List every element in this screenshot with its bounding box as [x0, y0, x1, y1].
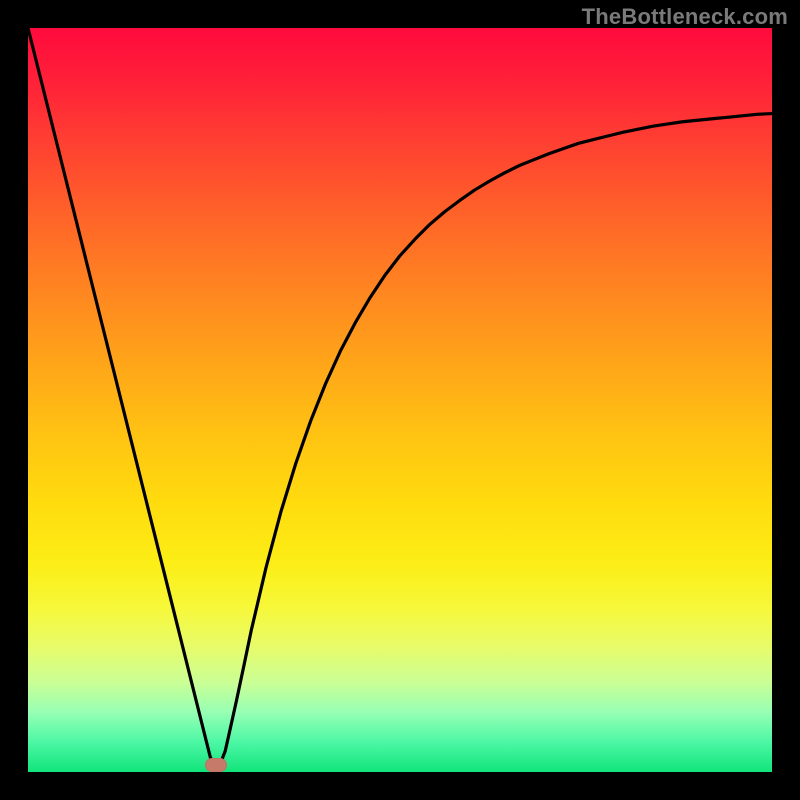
min-marker: [205, 758, 227, 772]
curve-path: [28, 28, 772, 765]
watermark-text: TheBottleneck.com: [582, 4, 788, 30]
chart-stage: TheBottleneck.com: [0, 0, 800, 800]
bottleneck-curve: [28, 28, 772, 772]
plot-area: [28, 28, 772, 772]
